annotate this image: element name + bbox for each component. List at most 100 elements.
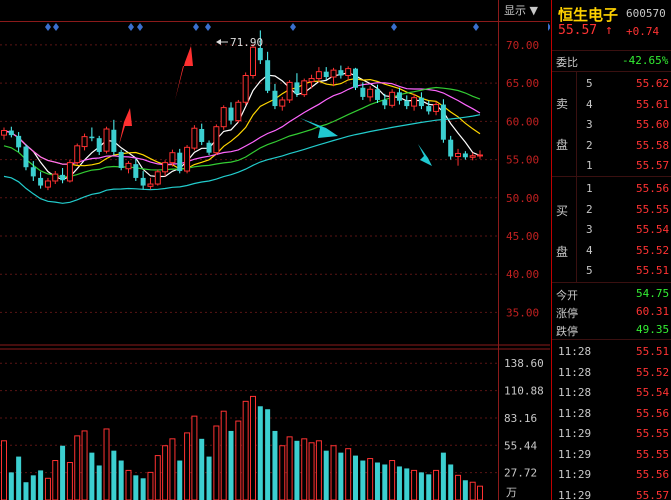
sell-level-1[interactable]: 1 55.57 — [552, 156, 671, 175]
volume-bar[interactable] — [433, 469, 440, 500]
volume-bar[interactable] — [235, 420, 242, 500]
volume-bar[interactable] — [265, 409, 271, 500]
volume-bar[interactable] — [177, 460, 183, 500]
candle[interactable] — [220, 105, 227, 130]
volume-bar[interactable] — [66, 462, 73, 500]
candle[interactable] — [286, 80, 293, 104]
candle[interactable] — [440, 99, 446, 143]
volume-bar[interactable] — [469, 481, 476, 500]
volume-bar[interactable] — [301, 438, 308, 500]
volume-bar[interactable] — [404, 468, 410, 500]
volume-bar[interactable] — [44, 477, 51, 500]
sell-level-4[interactable]: 4 55.61 — [552, 95, 671, 114]
volume-bar[interactable] — [345, 448, 352, 500]
volume-bar[interactable] — [213, 425, 220, 500]
volume-bar[interactable] — [360, 460, 366, 500]
volume-bar[interactable] — [330, 445, 337, 500]
tick-row[interactable]: 11:28 55.54 — [552, 383, 671, 402]
volume-bar[interactable] — [30, 475, 36, 500]
tick-row[interactable]: 11:28 55.52 — [552, 363, 671, 382]
volume-bar[interactable] — [118, 460, 124, 500]
volume-bar[interactable] — [8, 472, 14, 500]
volume-bar[interactable] — [249, 395, 256, 500]
candle[interactable] — [191, 125, 198, 151]
volume-bar[interactable] — [103, 428, 110, 500]
volume-bar[interactable] — [426, 474, 432, 500]
volume-bar[interactable] — [374, 462, 380, 500]
volume-bar[interactable] — [16, 456, 22, 500]
volume-bar[interactable] — [191, 415, 198, 500]
volume-bar[interactable] — [257, 406, 263, 500]
volume-bar[interactable] — [353, 455, 359, 500]
buy-level-1[interactable]: 1 55.56 — [552, 179, 671, 198]
volume-bar[interactable] — [147, 471, 154, 500]
volume-bar[interactable] — [169, 438, 176, 500]
volume-bar[interactable] — [206, 456, 212, 500]
volume-bar[interactable] — [199, 438, 205, 500]
volume-bar[interactable] — [96, 465, 102, 500]
candle[interactable] — [353, 67, 359, 91]
volume-bar[interactable] — [111, 450, 117, 500]
sell-level-2[interactable]: 2 55.58 — [552, 136, 671, 155]
volume-bar[interactable] — [125, 469, 132, 500]
buy-level-2[interactable]: 2 55.55 — [552, 200, 671, 219]
volume-bar[interactable] — [89, 452, 95, 500]
tick-row[interactable]: 11:29 55.57 — [552, 486, 671, 500]
candle[interactable] — [242, 72, 249, 106]
tick-row[interactable]: 11:29 55.55 — [552, 445, 671, 464]
volume-bar[interactable] — [220, 410, 227, 500]
candle[interactable] — [301, 78, 308, 97]
candle[interactable] — [66, 159, 73, 183]
tick-row[interactable]: 11:28 55.56 — [552, 404, 671, 423]
volume-bar[interactable] — [74, 435, 81, 500]
volume-bar[interactable] — [1, 440, 7, 500]
volume-bar[interactable] — [367, 458, 374, 500]
volume-bar[interactable] — [396, 466, 402, 500]
volume-bar[interactable] — [382, 464, 388, 500]
volume-bar[interactable] — [411, 469, 418, 500]
volume-bar[interactable] — [294, 440, 300, 500]
volume-bar[interactable] — [286, 436, 293, 500]
volume-bar[interactable] — [242, 400, 249, 500]
candle[interactable] — [23, 144, 29, 171]
volume-bar[interactable] — [154, 455, 161, 500]
volume-bar[interactable] — [440, 452, 446, 500]
volume-bar[interactable] — [184, 432, 191, 500]
candle[interactable] — [249, 44, 256, 79]
candle[interactable] — [213, 124, 220, 155]
candle[interactable] — [184, 145, 191, 174]
volume-bar[interactable] — [455, 474, 462, 500]
buy-level-3[interactable]: 3 55.54 — [552, 220, 671, 239]
volume-bar[interactable] — [389, 460, 396, 500]
tick-row[interactable]: 11:28 55.51 — [552, 342, 671, 361]
volume-bar[interactable] — [23, 482, 29, 500]
candle[interactable] — [235, 99, 242, 123]
sell-level-3[interactable]: 3 55.60 — [552, 115, 671, 134]
volume-bar[interactable] — [279, 445, 286, 500]
volume-bar[interactable] — [133, 475, 139, 500]
volume-bar[interactable] — [60, 445, 66, 500]
volume-bar[interactable] — [418, 472, 424, 500]
volume-bar[interactable] — [272, 430, 278, 500]
display-menu-button[interactable]: 显示 ▼ — [504, 2, 538, 18]
volume-bar[interactable] — [52, 460, 59, 500]
volume-bar[interactable] — [448, 464, 454, 500]
volume-bar[interactable] — [462, 480, 468, 500]
volume-bar[interactable] — [323, 450, 329, 500]
buy-level-5[interactable]: 5 55.51 — [552, 261, 671, 280]
volume-bar[interactable] — [38, 470, 44, 500]
sell-level-5[interactable]: 5 55.62 — [552, 74, 671, 93]
candle[interactable] — [389, 89, 396, 108]
volume-bar[interactable] — [140, 478, 146, 500]
volume-bar[interactable] — [81, 430, 88, 500]
kline-chart[interactable]: 70.00 65.00 60.00 55.00 50.00 45.00 40.00 35.00… — [0, 0, 550, 500]
candle[interactable] — [118, 149, 124, 171]
tick-row[interactable]: 11:29 55.56 — [552, 465, 671, 484]
volume-bar[interactable] — [338, 452, 344, 500]
volume-bar[interactable] — [162, 445, 169, 500]
candle[interactable] — [154, 169, 161, 186]
volume-bar[interactable] — [315, 440, 322, 500]
tick-row[interactable]: 11:29 55.55 — [552, 424, 671, 443]
volume-bar[interactable] — [477, 485, 483, 500]
volume-bar[interactable] — [308, 442, 315, 500]
